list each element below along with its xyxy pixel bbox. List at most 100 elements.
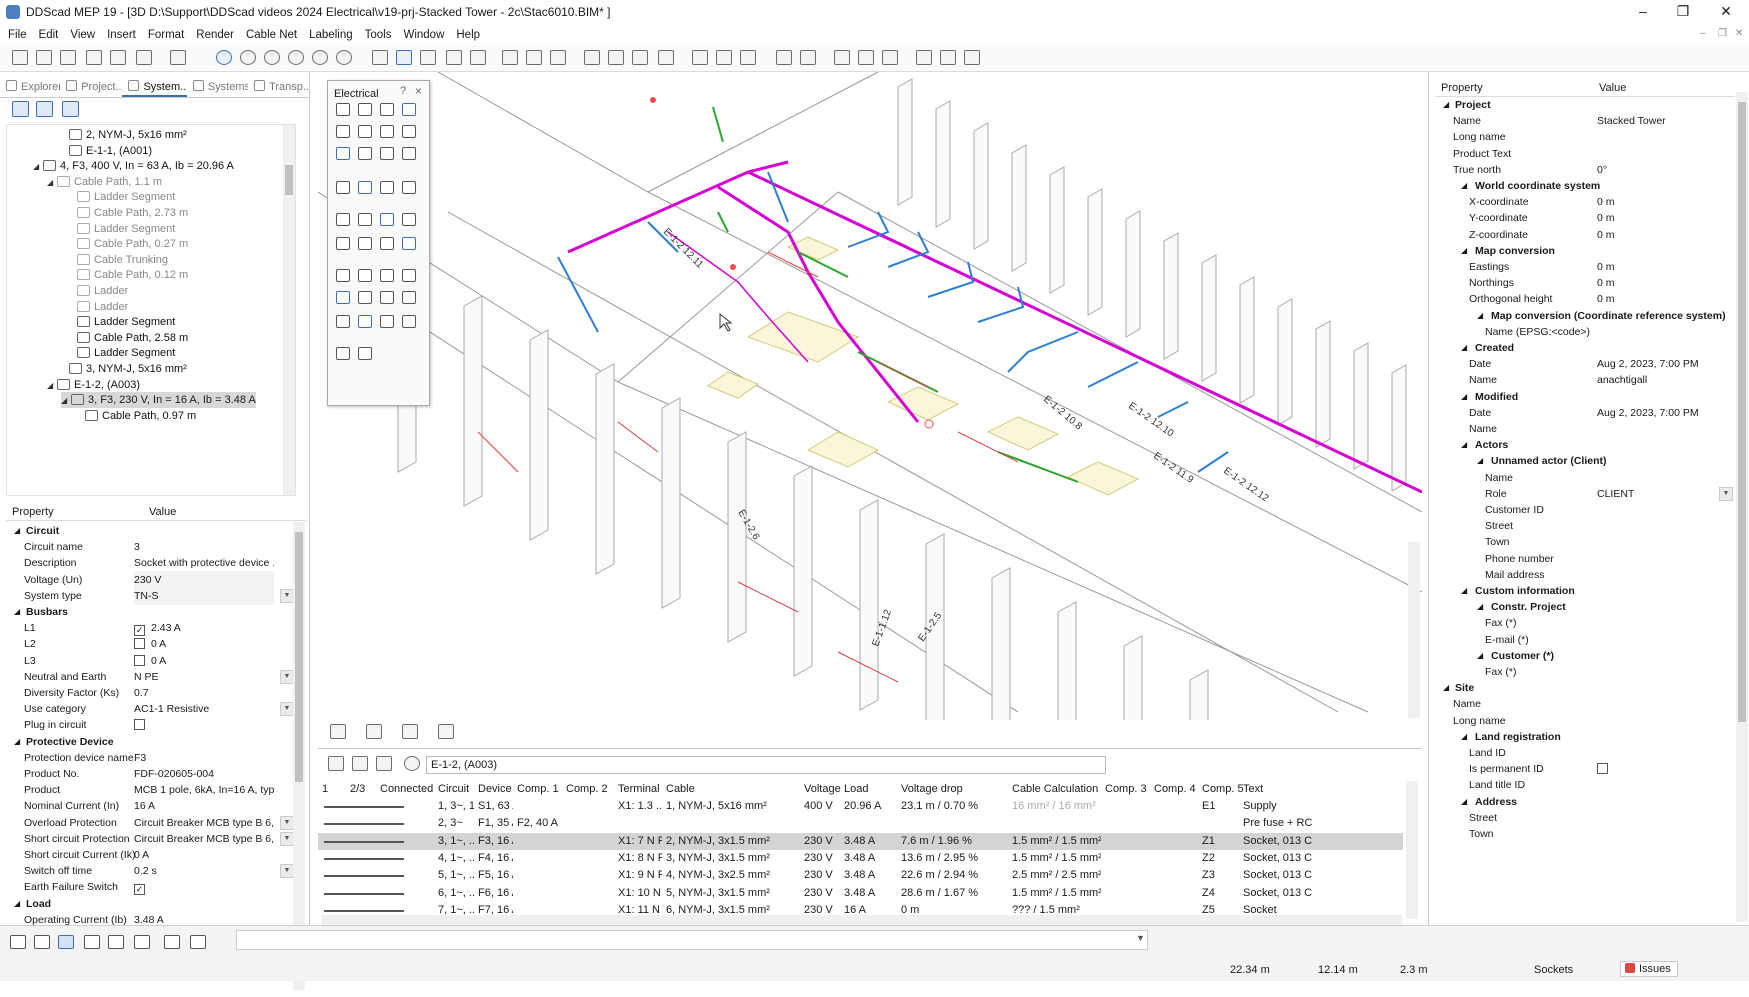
- column-header[interactable]: Comp. 4: [1154, 781, 1196, 798]
- table-cell[interactable]: [1154, 815, 1198, 832]
- view-cube-icon[interactable]: [330, 724, 346, 739]
- table-cell[interactable]: 2, 3~: [438, 815, 474, 832]
- angle-tool-icon[interactable]: [164, 935, 180, 949]
- menu-view[interactable]: View: [70, 29, 95, 41]
- add-tool-icon[interactable]: [190, 935, 206, 949]
- table-cell[interactable]: 2, NYM-J, 3x1.5 mm²: [666, 833, 800, 850]
- electrical-symbol-icon[interactable]: [336, 237, 350, 250]
- table-cell[interactable]: Supply: [1243, 798, 1399, 815]
- tree-node[interactable]: E-1-1, (A001): [59, 143, 152, 159]
- project-scrollbar[interactable]: [1736, 92, 1748, 922]
- table-cell[interactable]: X1: 10 N ...: [618, 885, 662, 902]
- table-cell[interactable]: [1154, 867, 1198, 884]
- column-header[interactable]: Text: [1243, 781, 1263, 798]
- table-cell[interactable]: X1: 9 N PE: [618, 867, 662, 884]
- table-row[interactable]: 3, 1~, ...F3, 16 A X1: 7 N PE2, NYM-J, 3x…: [318, 832, 1403, 850]
- table-cell[interactable]: 5, NYM-J, 3x1.5 mm²: [666, 885, 800, 902]
- table-cell[interactable]: [1154, 833, 1198, 850]
- column-header[interactable]: Comp. 3: [1105, 781, 1147, 798]
- table-cell[interactable]: 2.5 mm² / 2.5 mm²: [1012, 867, 1101, 884]
- table-cell[interactable]: 28.6 m / 1.67 %: [901, 885, 1008, 902]
- property-checkbox[interactable]: [1597, 763, 1608, 775]
- table-cell[interactable]: 7.6 m / 1.96 %: [901, 833, 1008, 850]
- property-scrollbar[interactable]: [293, 522, 305, 990]
- table-cell[interactable]: 3.48 A: [844, 885, 897, 902]
- text-icon[interactable]: [964, 50, 980, 65]
- clip-icon[interactable]: [402, 724, 418, 739]
- table-cell[interactable]: [1154, 850, 1198, 867]
- table-cell[interactable]: 1, 3~, 1: [438, 798, 474, 815]
- close-window-button[interactable]: ✕: [1703, 0, 1749, 24]
- maximize-button[interactable]: ❐: [1660, 0, 1706, 24]
- electrical-symbol-icon[interactable]: [402, 103, 416, 116]
- building-icon[interactable]: [692, 50, 708, 65]
- table-cell[interactable]: 1.5 mm² / 1.5 mm²: [1012, 850, 1101, 867]
- calculator-icon[interactable]: [916, 50, 932, 65]
- table-cell[interactable]: [804, 815, 840, 832]
- table-cell[interactable]: 3.48 A: [844, 867, 897, 884]
- column-header[interactable]: Device: [478, 781, 512, 798]
- electrical-symbol-icon[interactable]: [336, 291, 350, 304]
- table-row[interactable]: 2, 3~F1, 35 AF2, 40 A Pre fuse + RC: [318, 815, 1403, 832]
- table-cell[interactable]: X1: 7 N PE: [618, 833, 662, 850]
- column-header[interactable]: Cable: [666, 781, 695, 798]
- table-cell[interactable]: 22.6 m / 2.94 %: [901, 867, 1008, 884]
- table-cell[interactable]: 230 V: [804, 833, 840, 850]
- command-dropdown-icon[interactable]: ▼: [1136, 933, 1145, 943]
- table-cell[interactable]: 400 V: [804, 798, 840, 815]
- grid-icon[interactable]: [502, 50, 518, 65]
- align-icon[interactable]: [632, 50, 648, 65]
- mdi-minimize-icon[interactable]: –: [1700, 28, 1706, 39]
- menu-format[interactable]: Format: [148, 29, 184, 41]
- snap-tool-icon[interactable]: [58, 935, 74, 949]
- tab-system[interactable]: System...: [122, 75, 187, 97]
- dropdown-icon[interactable]: ▼: [280, 815, 294, 830]
- report-icon[interactable]: [776, 50, 792, 65]
- dropdown-icon[interactable]: ▼: [280, 588, 294, 603]
- table-cell[interactable]: F5, 16 A: [478, 867, 513, 884]
- dropdown-icon[interactable]: ▼: [280, 702, 294, 717]
- electrical-symbol-icon[interactable]: [380, 125, 394, 138]
- tree-node[interactable]: ◢ E-1-2, (A003): [47, 377, 140, 393]
- table-cell[interactable]: F4, 16 A: [478, 850, 513, 867]
- table-hscrollbar[interactable]: [322, 915, 1402, 925]
- property-scroll-thumb[interactable]: [295, 532, 303, 782]
- room-icon[interactable]: [740, 50, 756, 65]
- table-cell[interactable]: [566, 815, 614, 832]
- electrical-symbol-icon[interactable]: [380, 147, 394, 160]
- electrical-symbol-icon[interactable]: [358, 213, 372, 226]
- refresh-icon[interactable]: [328, 756, 344, 771]
- electrical-symbol-icon[interactable]: [380, 237, 394, 250]
- zoom-window-icon[interactable]: [288, 50, 304, 65]
- electrical-symbol-icon[interactable]: [336, 269, 350, 282]
- table-cell[interactable]: [517, 867, 562, 884]
- electrical-symbol-icon[interactable]: [358, 125, 372, 138]
- column-header[interactable]: Comp. 1: [517, 781, 559, 798]
- play-icon[interactable]: [12, 101, 29, 117]
- menu-file[interactable]: File: [8, 29, 27, 41]
- select-tool-icon[interactable]: [10, 935, 26, 949]
- viewport-icon[interactable]: [882, 50, 898, 65]
- table-cell[interactable]: 3, 1~, ...: [438, 833, 474, 850]
- table-cell[interactable]: 16 mm² / 16 mm²: [1012, 798, 1101, 815]
- table-cell[interactable]: Socket, 013 C: [1243, 867, 1399, 884]
- table-cell[interactable]: Z1: [1202, 833, 1239, 850]
- export-icon[interactable]: [800, 50, 816, 65]
- mdi-restore-icon[interactable]: ❐: [1718, 28, 1727, 39]
- electrical-symbol-icon[interactable]: [402, 181, 416, 194]
- dropdown-icon[interactable]: ▼: [280, 831, 294, 846]
- electrical-symbol-icon[interactable]: [358, 347, 372, 360]
- table-cell[interactable]: [566, 833, 614, 850]
- table-row[interactable]: 1, 3~, 1S1, 63 A X1: 1.3 ...1, NYM-J, 5x1…: [318, 798, 1403, 815]
- table-cell[interactable]: 3, NYM-J, 3x1.5 mm²: [666, 850, 800, 867]
- table-cell[interactable]: [1154, 798, 1198, 815]
- table-cell[interactable]: Socket, 013 C: [1243, 833, 1399, 850]
- save-icon[interactable]: [36, 50, 52, 65]
- target-icon[interactable]: [36, 101, 53, 117]
- tree-node[interactable]: ◢ 4, F3, 400 V, In = 63 A, Ib = 20.96 A: [33, 158, 234, 174]
- print-preview-icon[interactable]: [110, 50, 126, 65]
- table-cell[interactable]: 1.5 mm² / 1.5 mm²: [1012, 833, 1101, 850]
- transform-icon[interactable]: [658, 50, 674, 65]
- electrical-symbol-icon[interactable]: [402, 269, 416, 282]
- tree-node[interactable]: Ladder Segment: [67, 345, 175, 361]
